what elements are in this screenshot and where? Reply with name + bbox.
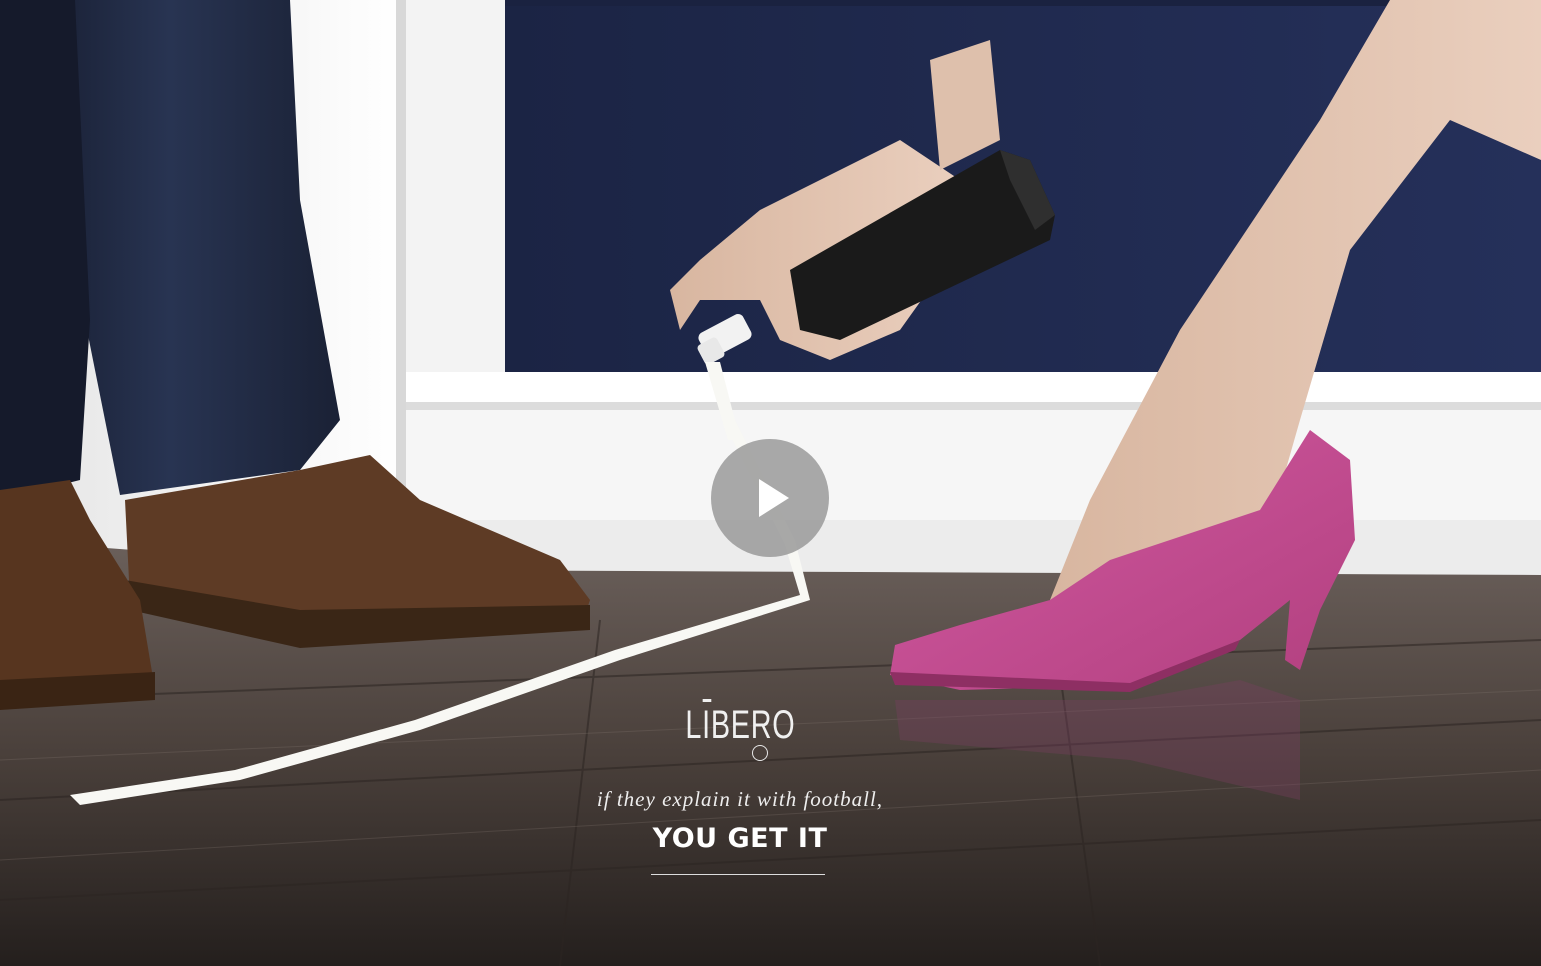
brand-logo: LIBERO	[685, 699, 795, 747]
brand-logo-wrap: LIBERO	[540, 699, 940, 747]
cta-divider	[651, 874, 825, 875]
tagline: if they explain it with football,	[596, 787, 884, 811]
play-icon	[759, 479, 789, 517]
logo-ball-mark	[752, 745, 768, 761]
cta-headline: YOU GET IT	[652, 823, 828, 854]
brand-logo-text: LIBERO	[685, 703, 795, 747]
jeans-left-leg	[0, 0, 90, 500]
logo-macron	[702, 699, 711, 702]
ad-stage: LIBERO if they explain it with football,…	[0, 0, 1541, 966]
play-video-button[interactable]	[711, 439, 829, 557]
